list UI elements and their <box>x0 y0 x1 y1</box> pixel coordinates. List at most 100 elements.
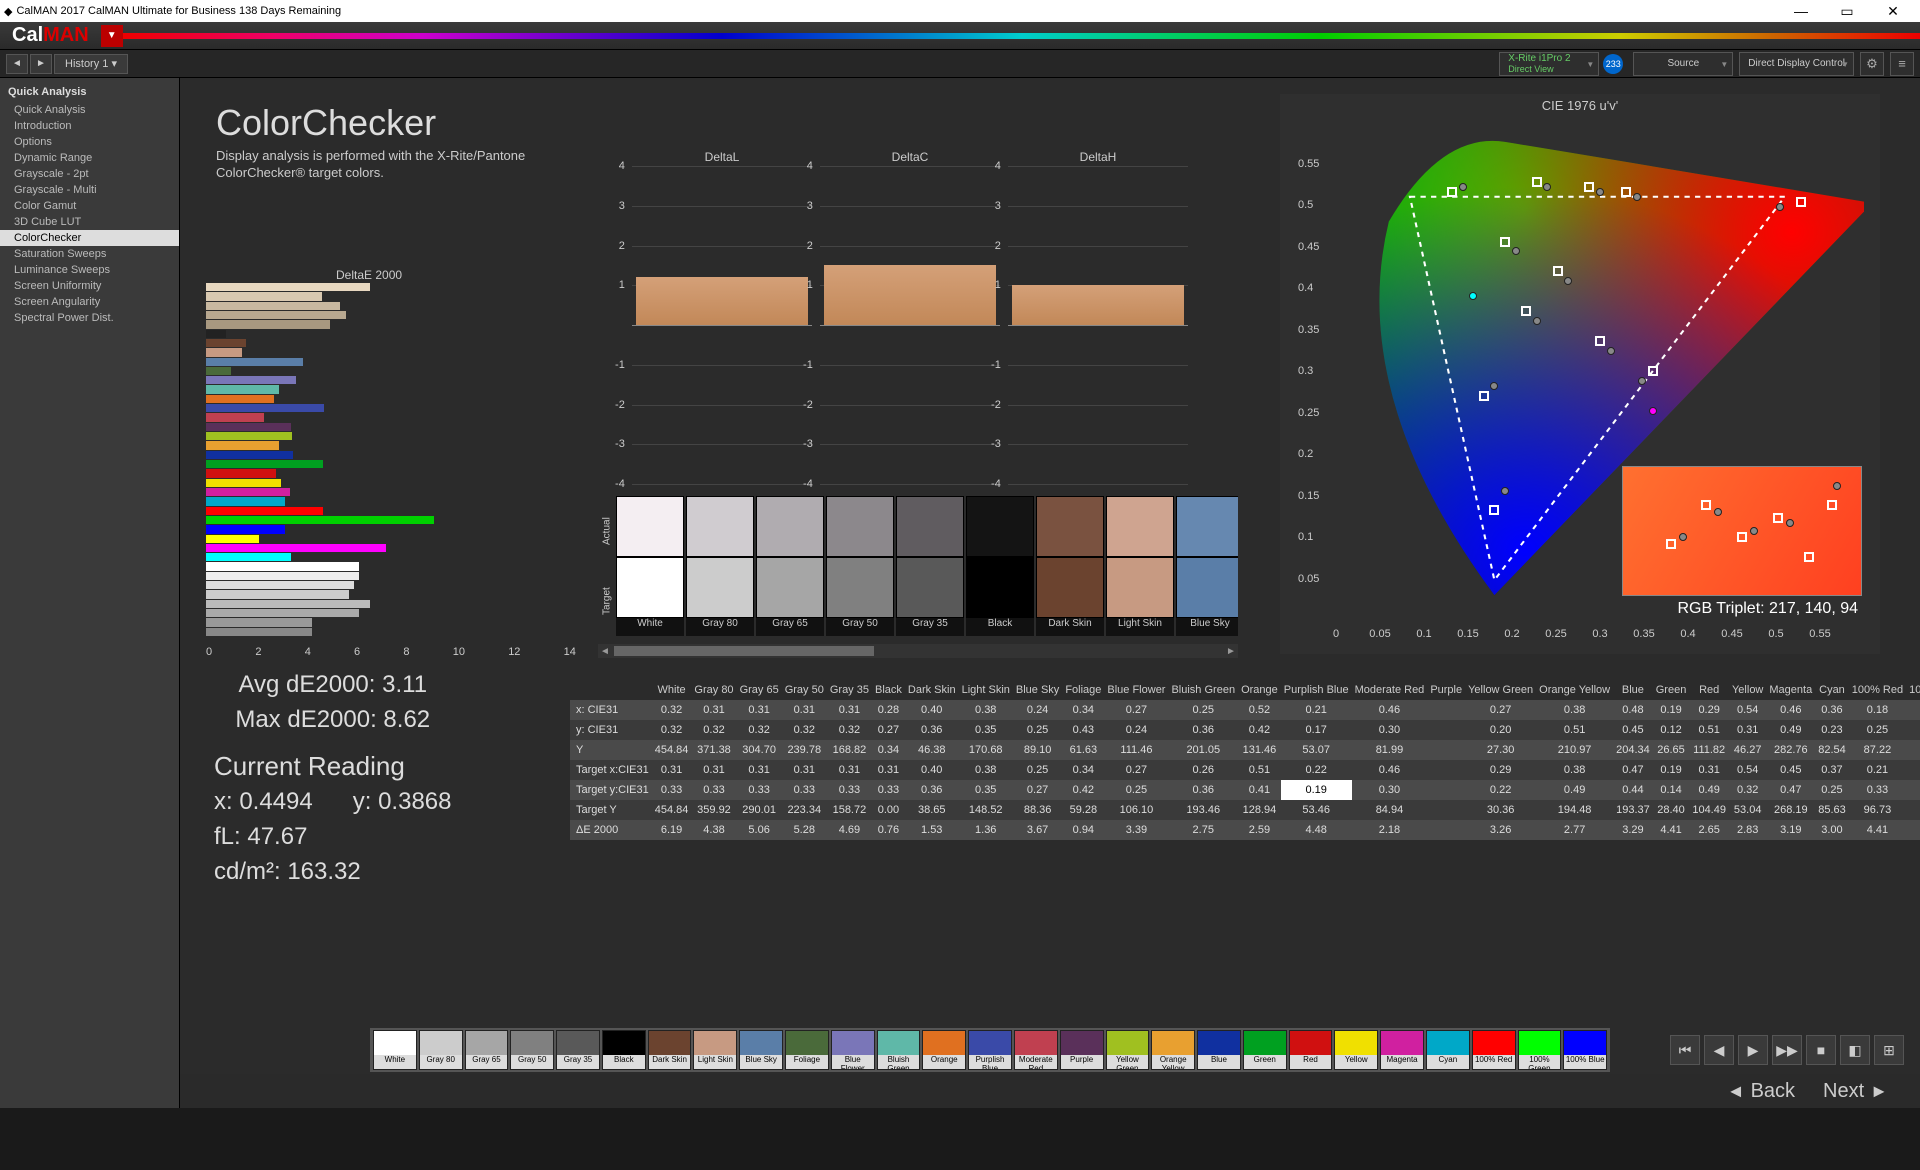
back-button[interactable]: ◄Back <box>1707 1080 1809 1103</box>
deltae-bar <box>206 516 434 524</box>
bottom-swatch-bar: WhiteGray 80Gray 65Gray 50Gray 35BlackDa… <box>370 1028 1610 1072</box>
deltae-bar <box>206 479 281 487</box>
swatch-label-actual: Actual <box>598 496 616 566</box>
toolbar: ◄ ► History 1 ▾ X-Rite i1Pro 2 Direct Vi… <box>0 50 1920 78</box>
scroll-left-icon[interactable]: ◄ <box>598 646 612 657</box>
bottom-swatch[interactable]: Purplish Blue <box>968 1030 1012 1070</box>
bottom-swatch[interactable]: Moderate Red <box>1014 1030 1058 1070</box>
bottom-swatch[interactable]: Cyan <box>1426 1030 1470 1070</box>
scroll-thumb[interactable] <box>614 646 874 656</box>
sidebar: Quick Analysis Quick AnalysisIntroductio… <box>0 78 180 1108</box>
bottom-swatch[interactable]: Gray 65 <box>465 1030 509 1070</box>
sidebar-item-dynamic-range[interactable]: Dynamic Range <box>0 150 179 166</box>
deltae-chart-title: DeltaE 2000 <box>336 268 402 282</box>
bottom-swatch[interactable]: Black <box>602 1030 646 1070</box>
swatch[interactable]: Dark Skin <box>1036 496 1104 636</box>
sidebar-item-screen-angularity[interactable]: Screen Angularity <box>0 294 179 310</box>
swatch[interactable]: Gray 80 <box>686 496 754 636</box>
bottom-swatch[interactable]: Blue <box>1197 1030 1241 1070</box>
scroll-right-icon[interactable]: ► <box>1224 646 1238 657</box>
deltae-bar <box>206 618 312 626</box>
cie-zoom-inset <box>1622 466 1862 596</box>
prev-first-icon[interactable]: ⏮ <box>1670 1035 1700 1065</box>
sidebar-item-options[interactable]: Options <box>0 134 179 150</box>
play-icon[interactable]: ▶ <box>1738 1035 1768 1065</box>
deltae-bar <box>206 572 359 580</box>
table-row: y: CIE310.320.320.320.320.320.270.360.35… <box>570 720 1920 740</box>
deltae-bar <box>206 339 246 347</box>
bottom-swatch[interactable]: Yellow <box>1334 1030 1378 1070</box>
sidebar-item-screen-uniformity[interactable]: Screen Uniformity <box>0 278 179 294</box>
bottom-swatch[interactable]: 100% Green <box>1518 1030 1562 1070</box>
swatch[interactable]: White <box>616 496 684 636</box>
stop-icon[interactable]: ■ <box>1806 1035 1836 1065</box>
swatch[interactable]: Blue Sky <box>1176 496 1238 636</box>
bottom-swatch[interactable]: Foliage <box>785 1030 829 1070</box>
stat-cd: cd/m²: 163.32 <box>214 855 452 890</box>
bottom-swatch[interactable]: Red <box>1289 1030 1333 1070</box>
rgb-triplet: RGB Triplet: 217, 140, 94 <box>1677 600 1858 618</box>
badge-count[interactable]: 233 <box>1603 54 1623 74</box>
bottom-swatch[interactable]: Yellow Green <box>1106 1030 1150 1070</box>
bottom-swatch[interactable]: Green <box>1243 1030 1287 1070</box>
bottom-swatch[interactable]: Gray 35 <box>556 1030 600 1070</box>
sidebar-item-saturation-sweeps[interactable]: Saturation Sweeps <box>0 246 179 262</box>
toolbar-fwd[interactable]: ► <box>30 54 52 74</box>
source-chip[interactable]: Source▼ <box>1633 52 1733 76</box>
deltae-bar <box>206 562 359 570</box>
swatch[interactable]: Black <box>966 496 1034 636</box>
swatch[interactable]: Gray 65 <box>756 496 824 636</box>
prev-icon[interactable]: ◀ <box>1704 1035 1734 1065</box>
sidebar-item-color-gamut[interactable]: Color Gamut <box>0 198 179 214</box>
bottom-swatch[interactable]: Bluish Green <box>877 1030 921 1070</box>
toolbar-back[interactable]: ◄ <box>6 54 28 74</box>
bottom-swatch[interactable]: Orange <box>922 1030 966 1070</box>
bottom-swatch[interactable]: Orange Yellow <box>1151 1030 1195 1070</box>
table-row: Target y:CIE310.330.330.330.330.330.330.… <box>570 780 1920 800</box>
sidebar-item-3d-cube-lut[interactable]: 3D Cube LUT <box>0 214 179 230</box>
logo-dropdown[interactable]: ▼ <box>101 25 123 47</box>
bottom-swatch[interactable]: Gray 80 <box>419 1030 463 1070</box>
sidebar-item-colorchecker[interactable]: ColorChecker <box>0 230 179 246</box>
minimize-button[interactable]: — <box>1778 3 1824 19</box>
next-icon[interactable]: ▶▶ <box>1772 1035 1802 1065</box>
menu-icon[interactable]: ≡ <box>1890 52 1914 76</box>
bottom-swatch[interactable]: White <box>373 1030 417 1070</box>
bottom-swatch[interactable]: Magenta <box>1380 1030 1424 1070</box>
sidebar-item-luminance-sweeps[interactable]: Luminance Sweeps <box>0 262 179 278</box>
bottom-swatch[interactable]: 100% Red <box>1472 1030 1516 1070</box>
swatch[interactable]: Gray 35 <box>896 496 964 636</box>
swatch-scrollbar[interactable]: ◄ ► <box>598 644 1238 658</box>
swatch-label-target: Target <box>598 566 616 636</box>
deltae-bar <box>206 302 340 310</box>
extra1-icon[interactable]: ◧ <box>1840 1035 1870 1065</box>
meter-chip[interactable]: X-Rite i1Pro 2 Direct View ▼ <box>1499 52 1599 76</box>
deltae-bar <box>206 451 293 459</box>
close-button[interactable]: ✕ <box>1870 3 1916 20</box>
stat-avg: Avg dE2000: 3.11 <box>214 668 452 703</box>
sidebar-header: Quick Analysis <box>0 82 179 102</box>
deltae-bar <box>206 581 354 589</box>
sidebar-item-introduction[interactable]: Introduction <box>0 118 179 134</box>
bottom-swatch[interactable]: Purple <box>1060 1030 1104 1070</box>
sidebar-item-quick-analysis[interactable]: Quick Analysis <box>0 102 179 118</box>
settings-gear-icon[interactable]: ⚙ <box>1860 52 1884 76</box>
extra2-icon[interactable]: ⊞ <box>1874 1035 1904 1065</box>
next-button[interactable]: Next► <box>1809 1080 1908 1103</box>
sidebar-item-grayscale-multi[interactable]: Grayscale - Multi <box>0 182 179 198</box>
swatch[interactable]: Gray 50 <box>826 496 894 636</box>
history-tab[interactable]: History 1 ▾ <box>54 54 128 74</box>
deltae-bar <box>206 292 322 300</box>
swatch[interactable]: Light Skin <box>1106 496 1174 636</box>
display-chip[interactable]: Direct Display Control▼ <box>1739 52 1854 76</box>
maximize-button[interactable]: ▭ <box>1824 3 1870 20</box>
table-row: ΔE 20006.194.385.065.284.690.761.531.363… <box>570 820 1920 840</box>
bottom-swatch[interactable]: Gray 50 <box>510 1030 554 1070</box>
bottom-swatch[interactable]: Dark Skin <box>648 1030 692 1070</box>
bottom-swatch[interactable]: Light Skin <box>693 1030 737 1070</box>
sidebar-item-spectral-power-dist-[interactable]: Spectral Power Dist. <box>0 310 179 326</box>
bottom-swatch[interactable]: Blue Sky <box>739 1030 783 1070</box>
bottom-swatch[interactable]: 100% Blue <box>1563 1030 1607 1070</box>
sidebar-item-grayscale-2pt[interactable]: Grayscale - 2pt <box>0 166 179 182</box>
bottom-swatch[interactable]: Blue Flower <box>831 1030 875 1070</box>
